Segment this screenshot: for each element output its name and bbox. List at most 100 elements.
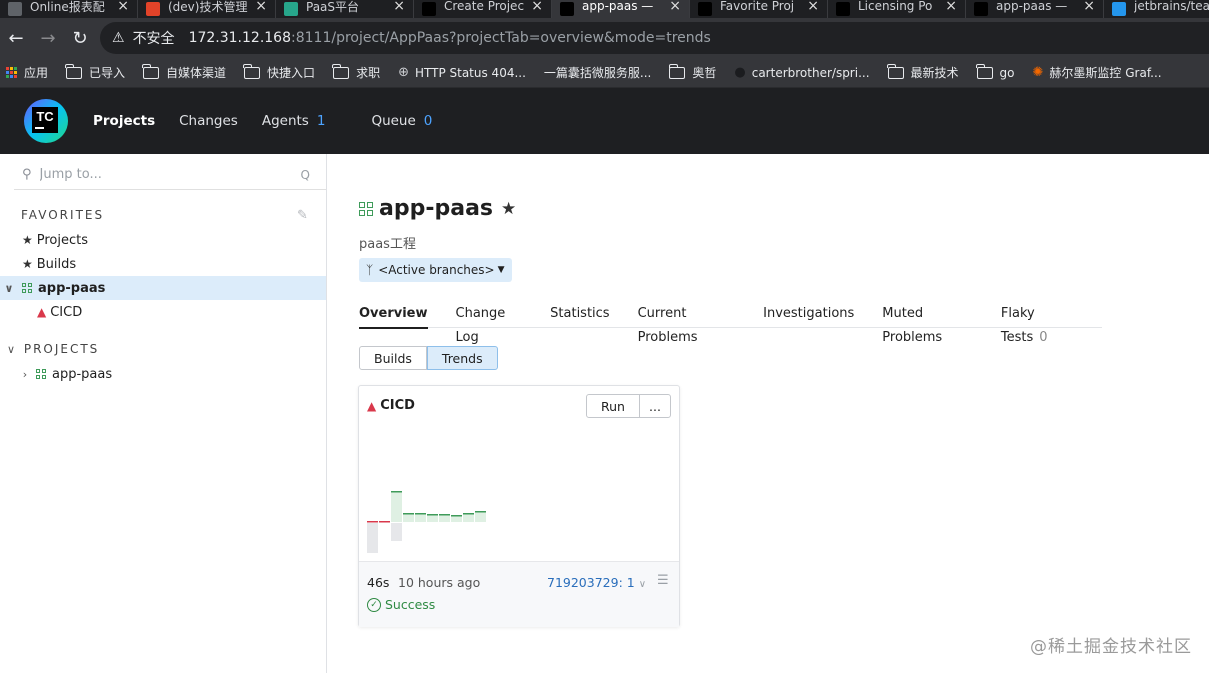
- build-number-link[interactable]: 719203729: 1 ∨: [547, 575, 646, 590]
- sidebar: ⚲ Q FAVORITES ✎ ★ Projects ★ Builds ∨ ap…: [0, 154, 327, 673]
- chevron-right-icon[interactable]: ›: [18, 368, 32, 381]
- bookmark-item[interactable]: ✺ 赫尔墨斯监控 Graf...: [1033, 64, 1162, 81]
- browser-tab[interactable]: (dev)技术管理 ×: [138, 0, 276, 18]
- page-title-text: app-paas: [379, 196, 494, 221]
- last-build-footer: 46s 10 hours ago 719203729: 1 ∨ ☰ ✓ Succe…: [359, 561, 679, 627]
- trend-bar[interactable]: [415, 514, 426, 522]
- browser-tab[interactable]: jetbrains/tea×: [1104, 0, 1209, 18]
- branch-filter[interactable]: ᛉ <Active branches> ▼: [359, 258, 512, 282]
- sidebar-item-label: Projects: [36, 232, 89, 248]
- bookmark-item[interactable]: 最新技术: [886, 63, 959, 81]
- project-tab[interactable]: Overview: [359, 302, 428, 329]
- sidebar-item-favorite-builds[interactable]: ★ Builds: [0, 252, 326, 276]
- project-tab[interactable]: Muted Problems: [882, 302, 973, 345]
- browser-tab[interactable]: Favorite Proj ×: [690, 0, 828, 18]
- build-config-card: ▲ CICD Run ... 46s 10 hours ago 71920372…: [358, 385, 680, 627]
- insecure-label: 不安全: [132, 31, 175, 47]
- project-tab[interactable]: Statistics: [550, 302, 609, 328]
- bookmark-item[interactable]: 奥哲: [668, 63, 716, 81]
- browser-tab-label: app-paas —: [996, 0, 1068, 13]
- bookmark-item[interactable]: 一篇囊括微服务服...: [544, 64, 651, 81]
- trend-bar-top: [391, 491, 402, 493]
- trend-bar[interactable]: [463, 514, 474, 522]
- teamcity-icon: [974, 2, 988, 16]
- trend-bar[interactable]: [427, 515, 438, 522]
- bookmark-item[interactable]: 快捷入口: [243, 63, 315, 81]
- browser-tab[interactable]: Licensing Po ×: [828, 0, 966, 18]
- browser-tab[interactable]: PaaS平台 ×: [276, 0, 414, 18]
- close-icon[interactable]: ×: [393, 0, 405, 14]
- browser-tab[interactable]: app-paas — ×: [966, 0, 1104, 18]
- nav-changes[interactable]: Changes: [179, 113, 238, 129]
- sidebar-item-app-paas[interactable]: ∨ app-paas: [0, 276, 326, 300]
- close-icon[interactable]: ×: [945, 0, 957, 14]
- mode-toggle: Builds Trends: [359, 346, 498, 370]
- close-icon[interactable]: ×: [117, 0, 129, 14]
- sidebar-item-cicd[interactable]: ▲ CICD: [0, 300, 326, 324]
- teamcity-icon: [560, 2, 574, 16]
- chevron-down-icon[interactable]: ∨: [4, 343, 18, 356]
- address-bar[interactable]: ⚠ 不安全 172.31.12.168:8111/project/AppPaas…: [100, 22, 1209, 54]
- bookmark-item[interactable]: ⊕ HTTP Status 404...: [398, 65, 526, 80]
- browser-tab-label: PaaS平台: [306, 0, 360, 14]
- run-button[interactable]: Run: [586, 394, 640, 418]
- search-icon: ⚲: [22, 167, 32, 182]
- bookmark-item[interactable]: 应用: [6, 64, 48, 81]
- project-icon: [36, 369, 46, 379]
- star-icon: ★: [22, 257, 33, 271]
- trend-bar-top: [451, 515, 462, 517]
- trend-bar[interactable]: [475, 512, 486, 522]
- jetbrains-icon: [836, 2, 850, 16]
- bookmark-label: carterbrother/spri...: [751, 65, 870, 80]
- card-title[interactable]: ▲ CICD: [367, 398, 415, 413]
- globe-icon: [8, 2, 22, 16]
- project-tab[interactable]: Flaky Tests 0: [1001, 302, 1074, 345]
- project-tab-label: Change Log: [455, 306, 506, 345]
- browser-tab-label: Licensing Po: [858, 0, 933, 13]
- bookmark-item[interactable]: 自媒体渠道: [142, 63, 226, 81]
- teamcity-logo-icon[interactable]: TC: [22, 97, 70, 145]
- browser-tab[interactable]: Online报表配 ×: [0, 0, 138, 18]
- trend-bar[interactable]: [403, 514, 414, 522]
- trend-bar-top: [379, 521, 390, 523]
- search-shortcut: Q: [300, 167, 310, 182]
- edit-pencil-icon[interactable]: ✎: [297, 208, 308, 223]
- nav-agents[interactable]: Agents 1: [262, 113, 326, 129]
- forward-button[interactable]: →: [32, 22, 64, 54]
- project-tab[interactable]: Current Problems: [638, 302, 736, 345]
- mode-trends-button[interactable]: Trends: [426, 346, 498, 370]
- browser-tab[interactable]: Create Projec ×: [414, 0, 552, 18]
- back-button[interactable]: ←: [0, 22, 32, 54]
- bookmark-item[interactable]: ● carterbrother/spri...: [734, 65, 869, 80]
- card-title-text: CICD: [380, 398, 415, 413]
- bookmark-item[interactable]: 求职: [332, 63, 380, 81]
- close-icon[interactable]: ×: [1083, 0, 1095, 14]
- nav-projects[interactable]: Projects: [93, 113, 155, 129]
- trend-bar[interactable]: [391, 492, 402, 522]
- trend-bar[interactable]: [451, 516, 462, 522]
- more-options-button[interactable]: ...: [639, 394, 671, 418]
- star-icon[interactable]: ★: [501, 199, 516, 219]
- nav-queue[interactable]: Queue 0: [371, 113, 432, 129]
- project-icon: [22, 283, 32, 293]
- bookmark-item[interactable]: 已导入: [65, 63, 125, 81]
- jump-to-input[interactable]: [39, 167, 301, 182]
- mode-builds-button[interactable]: Builds: [359, 346, 427, 370]
- chevron-down-icon[interactable]: ∨: [2, 282, 16, 295]
- project-tab[interactable]: Change Log: [456, 302, 523, 345]
- browser-tab[interactable]: app-paas — ×: [552, 0, 690, 18]
- reload-button[interactable]: ↻: [64, 22, 96, 54]
- sidebar-item-favorite-projects[interactable]: ★ Projects: [0, 228, 326, 252]
- project-tab[interactable]: Investigations: [763, 302, 854, 328]
- close-icon[interactable]: ×: [255, 0, 267, 14]
- queue-count: 0: [423, 113, 433, 129]
- folder-icon: [332, 63, 350, 79]
- layers-icon[interactable]: ☰: [657, 573, 669, 588]
- sidebar-item-project-app-paas[interactable]: › app-paas: [0, 362, 326, 386]
- close-icon[interactable]: ×: [531, 0, 543, 14]
- close-icon[interactable]: ×: [669, 0, 681, 14]
- trend-bar-top: [475, 511, 486, 513]
- close-icon[interactable]: ×: [807, 0, 819, 14]
- bookmark-item[interactable]: go: [975, 63, 1015, 80]
- trend-bar[interactable]: [439, 515, 450, 522]
